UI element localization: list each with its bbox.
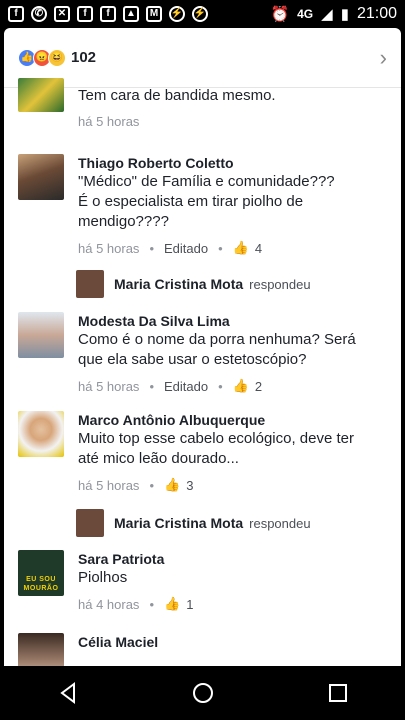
avatar-text: EU SOU MOURÃO [23, 576, 59, 592]
network-type: 4G [297, 7, 314, 21]
comment: EU SOU MOURÃO Sara Patriota Piolhos há 4… [18, 550, 378, 612]
facebook-notification-icon: f [100, 6, 116, 22]
haha-reaction-icon: 😆 [48, 48, 66, 67]
whatsapp-icon: ✆ [31, 6, 47, 22]
chevron-right-icon[interactable]: › [380, 45, 387, 71]
comment-time[interactable]: há 5 horas [78, 379, 139, 394]
reply-verb: respondeu [249, 276, 311, 292]
comment-meta: há 4 horas • 👍 1 [78, 596, 378, 612]
like-icon: 👍 [232, 378, 249, 393]
avatar[interactable] [18, 78, 64, 112]
comments-panel: 👍 😠 😆 102 › Tem cara de bandida mesmo. h… [0, 28, 405, 666]
reply-author: Maria Cristina Mota [114, 276, 244, 292]
status-bar: f ✆ ✕ f f ▲ M ⚡ ⚡ ⏰ 4G ◢ ▮ 21:00 [0, 0, 405, 28]
comment-time[interactable]: há 5 horas [78, 478, 139, 493]
comment-body: Célia Maciel [78, 633, 378, 666]
recents-button[interactable] [318, 673, 358, 713]
messenger-icon: ⚡ [192, 6, 208, 22]
navigation-bar [0, 666, 405, 720]
comment: Marco Antônio Albuquerque Muito top esse… [18, 411, 378, 493]
like-count[interactable]: 4 [255, 241, 262, 256]
comment: Modesta Da Silva Lima Como é o nome da p… [18, 312, 378, 394]
comment: Tem cara de bandida mesmo. há 5 horas [18, 78, 378, 129]
reaction-count: 102 [71, 49, 97, 66]
clock: 21:00 [356, 5, 397, 22]
like-icon: 👍 [164, 477, 181, 492]
avatar[interactable] [18, 154, 64, 200]
avatar[interactable] [18, 411, 64, 457]
comment-body: Marco Antônio Albuquerque Muito top esse… [78, 411, 378, 493]
alarm-icon: ⏰ [270, 6, 290, 23]
avatar[interactable]: EU SOU MOURÃO [18, 550, 64, 596]
gmail-icon: M [146, 6, 162, 22]
comment-body: Sara Patriota Piolhos há 4 horas • 👍 1 [78, 550, 378, 612]
comment-time[interactable]: há 4 horas [78, 597, 139, 612]
reply-row[interactable]: Maria Cristina Mota respondeu [76, 509, 311, 537]
reaction-icons: 👍 😠 😆 [18, 48, 66, 67]
comment-body: Tem cara de bandida mesmo. há 5 horas [78, 78, 378, 129]
comment-author[interactable]: Marco Antônio Albuquerque [78, 411, 378, 429]
comment-time[interactable]: há 5 horas [78, 114, 139, 129]
comment-author[interactable]: Thiago Roberto Coletto [78, 154, 378, 172]
like-icon: 👍 [232, 240, 249, 255]
reply-row[interactable]: Maria Cristina Mota respondeu [76, 270, 311, 298]
avatar[interactable] [18, 312, 64, 358]
facebook-notification-icon: f [8, 6, 24, 22]
phone-missed-icon: ✕ [54, 6, 70, 22]
like-icon: 👍 [164, 596, 181, 611]
facebook-notification-icon: f [77, 6, 93, 22]
comment-text: Como é o nome da porra nenhuma? Será que… [78, 331, 356, 368]
reply-author: Maria Cristina Mota [114, 515, 244, 531]
comment-body: Modesta Da Silva Lima Como é o nome da p… [78, 312, 378, 394]
avatar [76, 270, 104, 298]
comment-meta: há 5 horas • 👍 3 [78, 477, 378, 493]
separator-dot: • [218, 240, 223, 256]
back-icon [59, 682, 75, 704]
comment-text: Piolhos [78, 569, 128, 586]
comment-text: "Médico" de Família e comunidade??? É o … [78, 173, 335, 230]
status-right: ⏰ 4G ◢ ▮ 21:00 [270, 5, 397, 23]
edited-label[interactable]: Editado [164, 241, 208, 256]
comments-sheet: 👍 😠 😆 102 › Tem cara de bandida mesmo. h… [4, 28, 401, 666]
signal-icon: ◢ [321, 6, 333, 23]
reply-verb: respondeu [249, 515, 311, 531]
back-button[interactable] [48, 673, 88, 713]
comment-author[interactable]: Célia Maciel [78, 633, 378, 651]
comment-text: Tem cara de bandida mesmo. [78, 87, 276, 104]
comment-author[interactable]: Modesta Da Silva Lima [78, 312, 378, 330]
like-count[interactable]: 3 [186, 478, 193, 493]
separator-dot: • [149, 477, 154, 493]
recents-icon [328, 684, 347, 702]
home-icon [192, 683, 213, 703]
like-count[interactable]: 2 [255, 379, 262, 394]
comment: Célia Maciel [18, 633, 378, 666]
comment-time[interactable]: há 5 horas [78, 241, 139, 256]
comment-meta: há 5 horas • Editado • 👍 2 [78, 378, 378, 394]
separator-dot: • [149, 240, 154, 256]
comment-meta: há 5 horas • Editado • 👍 4 [78, 240, 378, 256]
edited-label[interactable]: Editado [164, 379, 208, 394]
avatar[interactable] [18, 633, 64, 666]
home-button[interactable] [183, 673, 223, 713]
comment-meta: há 5 horas [78, 114, 378, 129]
messenger-icon: ⚡ [169, 6, 185, 22]
image-icon: ▲ [123, 6, 139, 22]
battery-icon: ▮ [340, 6, 349, 23]
comment: Thiago Roberto Coletto "Médico" de Famíl… [18, 154, 378, 256]
separator-dot: • [149, 378, 154, 394]
separator-dot: • [149, 596, 154, 612]
comment-author[interactable]: Sara Patriota [78, 550, 378, 568]
separator-dot: • [218, 378, 223, 394]
like-count[interactable]: 1 [186, 597, 193, 612]
comment-body: Thiago Roberto Coletto "Médico" de Famíl… [78, 154, 378, 256]
comment-text: Muito top esse cabelo ecológico, deve te… [78, 430, 354, 467]
avatar [76, 509, 104, 537]
notification-icons: f ✆ ✕ f f ▲ M ⚡ ⚡ [8, 6, 208, 22]
